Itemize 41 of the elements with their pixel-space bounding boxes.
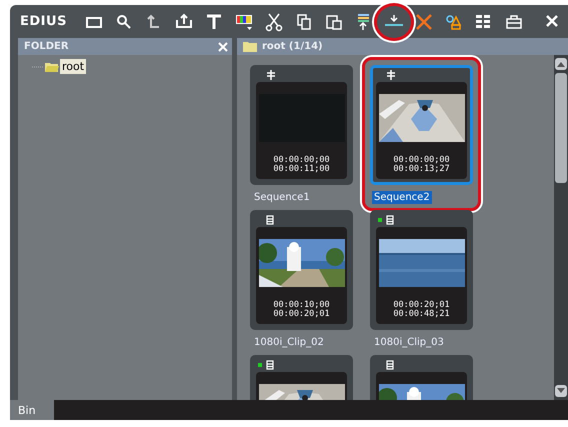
close-icon	[545, 14, 559, 28]
clip-name: 1080i_Clip_02	[253, 336, 325, 349]
scroll-thumb[interactable]	[555, 73, 567, 183]
delete-icon	[414, 12, 434, 32]
up-icon	[557, 61, 565, 67]
sequence-icon	[386, 70, 396, 80]
timecode-duration: 00:00:20;01	[273, 310, 330, 319]
bin-tab[interactable]: Bin	[10, 400, 54, 420]
film-icon	[266, 360, 274, 370]
tree-line	[32, 66, 44, 68]
film-icon	[386, 215, 394, 225]
timecode-duration: 00:00:11;00	[273, 165, 330, 174]
timecode-in: 00:00:20;01	[393, 301, 450, 310]
film-icon	[386, 360, 394, 370]
sequence-icon	[266, 70, 276, 80]
scrollbar[interactable]	[554, 55, 568, 400]
timecode-in: 00:00:00;00	[393, 156, 450, 165]
panel-title: FOLDER	[24, 41, 69, 52]
open-folder-icon	[44, 60, 60, 72]
down-icon	[557, 388, 565, 394]
timecode-in: 00:00:00;00	[273, 156, 330, 165]
bin-path: root (1/14)	[262, 41, 323, 52]
scroll-down-button[interactable]	[555, 385, 567, 397]
clip-name: Sequence1	[253, 191, 311, 204]
clip-thumbnail[interactable]: 00:00:10;00 00:00:20;01	[250, 210, 353, 330]
timecode-duration: 00:00:13;27	[393, 165, 450, 174]
close-button[interactable]	[544, 14, 560, 30]
film-icon	[266, 215, 274, 225]
close-icon[interactable]	[218, 42, 228, 52]
app-logo: EDIUS	[20, 14, 67, 29]
folder-icon	[243, 41, 257, 52]
clip-thumbnail[interactable]: 00:00:00;00 00:00:13;27	[370, 65, 473, 185]
clip-thumbnail[interactable]: 00:00:20;01 00:00:48;21	[370, 210, 473, 330]
scissors-icon	[264, 12, 284, 32]
timecode-in: 00:00:10;00	[273, 301, 330, 310]
timecode-duration: 00:00:48;21	[393, 310, 450, 319]
tree-item[interactable]: root	[60, 59, 86, 74]
clip-name: Sequence2	[372, 191, 432, 204]
clip-name: 1080i_Clip_03	[373, 336, 445, 349]
scroll-up-button[interactable]	[555, 58, 567, 70]
clip-thumbnail[interactable]: 00:00:00;00 00:00:11;00	[250, 65, 353, 185]
